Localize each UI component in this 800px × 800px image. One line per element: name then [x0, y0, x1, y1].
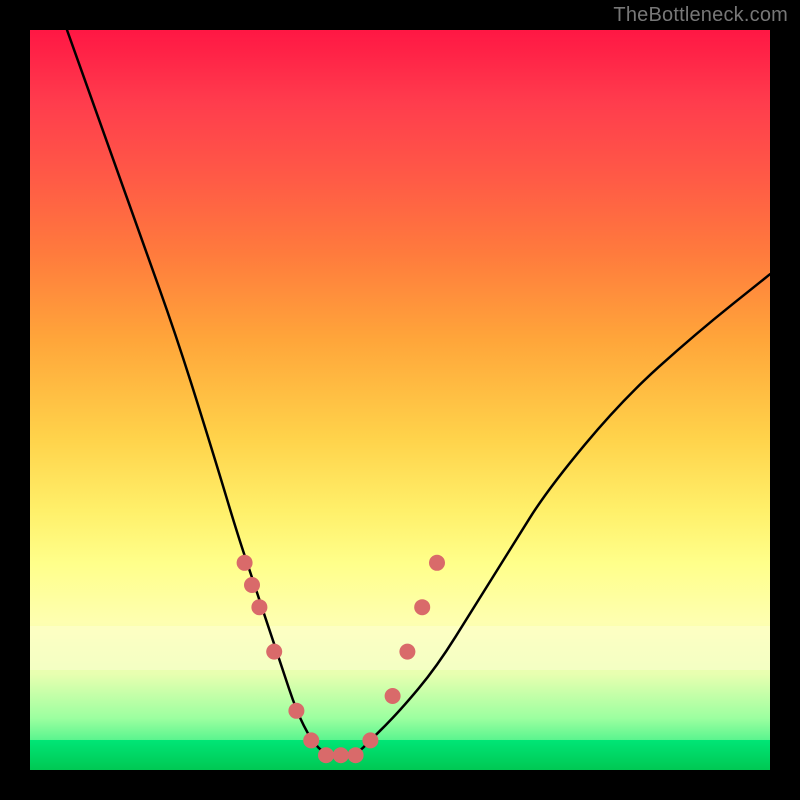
highlight-dot — [333, 747, 349, 763]
highlight-dot — [348, 747, 364, 763]
highlight-dot — [303, 732, 319, 748]
plot-area — [30, 30, 770, 770]
highlight-dot — [266, 644, 282, 660]
highlight-dot — [399, 644, 415, 660]
bottleneck-curve-path — [67, 30, 770, 755]
highlight-dot — [251, 599, 267, 615]
watermark-text: TheBottleneck.com — [613, 4, 788, 27]
chart-svg — [30, 30, 770, 770]
highlight-dot — [237, 555, 253, 571]
highlight-dots-group — [237, 555, 445, 763]
highlight-dot — [318, 747, 334, 763]
chart-frame: TheBottleneck.com — [0, 0, 800, 800]
highlight-dot — [362, 732, 378, 748]
highlight-dot — [385, 688, 401, 704]
highlight-dot — [414, 599, 430, 615]
highlight-dot — [288, 703, 304, 719]
highlight-dot — [429, 555, 445, 571]
highlight-dot — [244, 577, 260, 593]
